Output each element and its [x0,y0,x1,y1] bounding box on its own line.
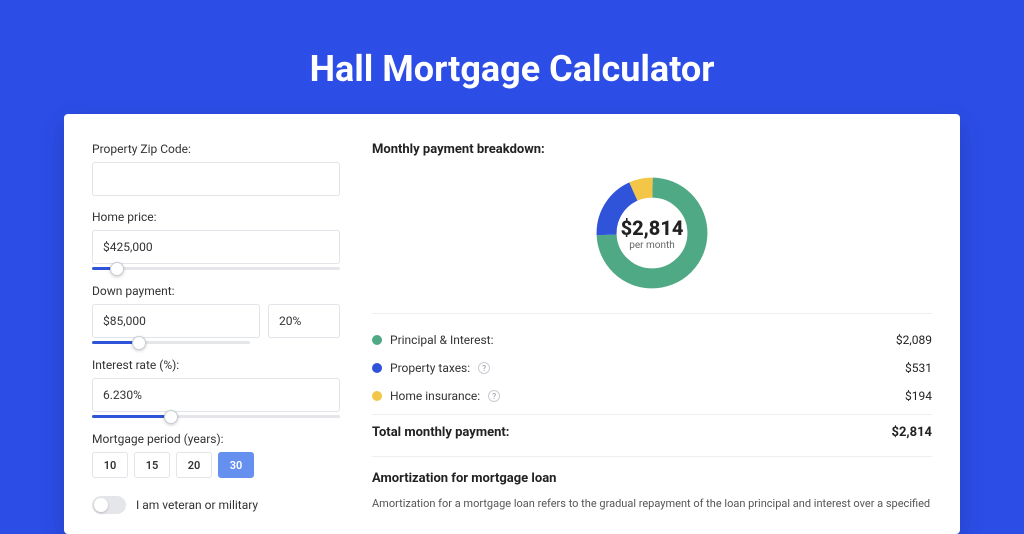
legend-dot [372,363,382,373]
slider-thumb[interactable] [110,262,124,276]
interest-label: Interest rate (%): [92,358,340,372]
page-title: Hall Mortgage Calculator [0,0,1024,114]
input-panel: Property Zip Code: Home price: Down paym… [92,142,340,506]
interest-input[interactable] [92,378,340,412]
legend-dot [372,335,382,345]
period-options: 10152030 [92,452,340,478]
breakdown-panel: Monthly payment breakdown: $2,814 per mo… [372,142,932,506]
legend-label: Principal & Interest: [390,333,494,347]
help-icon[interactable]: ? [478,362,490,374]
donut-sub: per month [629,240,675,251]
total-row: Total monthly payment: $2,814 [372,414,932,440]
home-price-input[interactable] [92,230,340,264]
toggle-knob [94,498,108,512]
amort-text: Amortization for a mortgage loan refers … [372,496,932,513]
legend-row: Property taxes:? $531 [372,354,932,382]
period-option-20[interactable]: 20 [176,452,212,478]
donut-center: $2,814 per month [592,173,712,293]
legend-label: Home insurance: [390,389,480,403]
total-value: $2,814 [892,425,933,440]
home-price-label: Home price: [92,210,340,224]
period-label: Mortgage period (years): [92,432,340,446]
legend-label: Property taxes: [390,361,470,375]
home-price-block: Home price: [92,210,340,270]
down-payment-label: Down payment: [92,284,340,298]
interest-block: Interest rate (%): [92,358,340,418]
legend-value: $531 [905,361,932,375]
down-payment-pct-input[interactable] [268,304,340,338]
period-option-15[interactable]: 15 [134,452,170,478]
total-label: Total monthly payment: [372,425,509,440]
legend-row: Home insurance:? $194 [372,382,932,410]
legend-value: $2,089 [896,333,932,347]
legend-list: Principal & Interest: $2,089 Property taxe… [372,313,932,410]
interest-slider[interactable] [92,415,340,418]
down-payment-slider[interactable] [92,341,250,344]
zip-input[interactable] [92,162,340,196]
zip-label: Property Zip Code: [92,142,340,156]
period-option-30[interactable]: 30 [218,452,254,478]
help-icon[interactable]: ? [488,390,500,402]
amort-title: Amortization for mortgage loan [372,471,932,486]
donut-chart: $2,814 per month [592,173,712,293]
amortization-section: Amortization for mortgage loan Amortizat… [372,456,932,513]
down-payment-block: Down payment: [92,284,340,344]
slider-thumb[interactable] [132,336,146,350]
slider-thumb[interactable] [164,410,178,424]
down-payment-amount-input[interactable] [92,304,260,338]
home-price-slider[interactable] [92,267,340,270]
legend-value: $194 [905,389,932,403]
calculator-card: Property Zip Code: Home price: Down paym… [64,114,960,534]
veteran-label: I am veteran or military [136,498,258,512]
donut-amount: $2,814 [621,216,684,240]
veteran-toggle[interactable] [92,496,126,514]
veteran-row: I am veteran or military [92,496,340,514]
breakdown-title: Monthly payment breakdown: [372,142,932,157]
period-block: Mortgage period (years): 10152030 [92,432,340,478]
legend-dot [372,391,382,401]
zip-block: Property Zip Code: [92,142,340,196]
legend-row: Principal & Interest: $2,089 [372,326,932,354]
period-option-10[interactable]: 10 [92,452,128,478]
donut-chart-wrap: $2,814 per month [372,173,932,293]
